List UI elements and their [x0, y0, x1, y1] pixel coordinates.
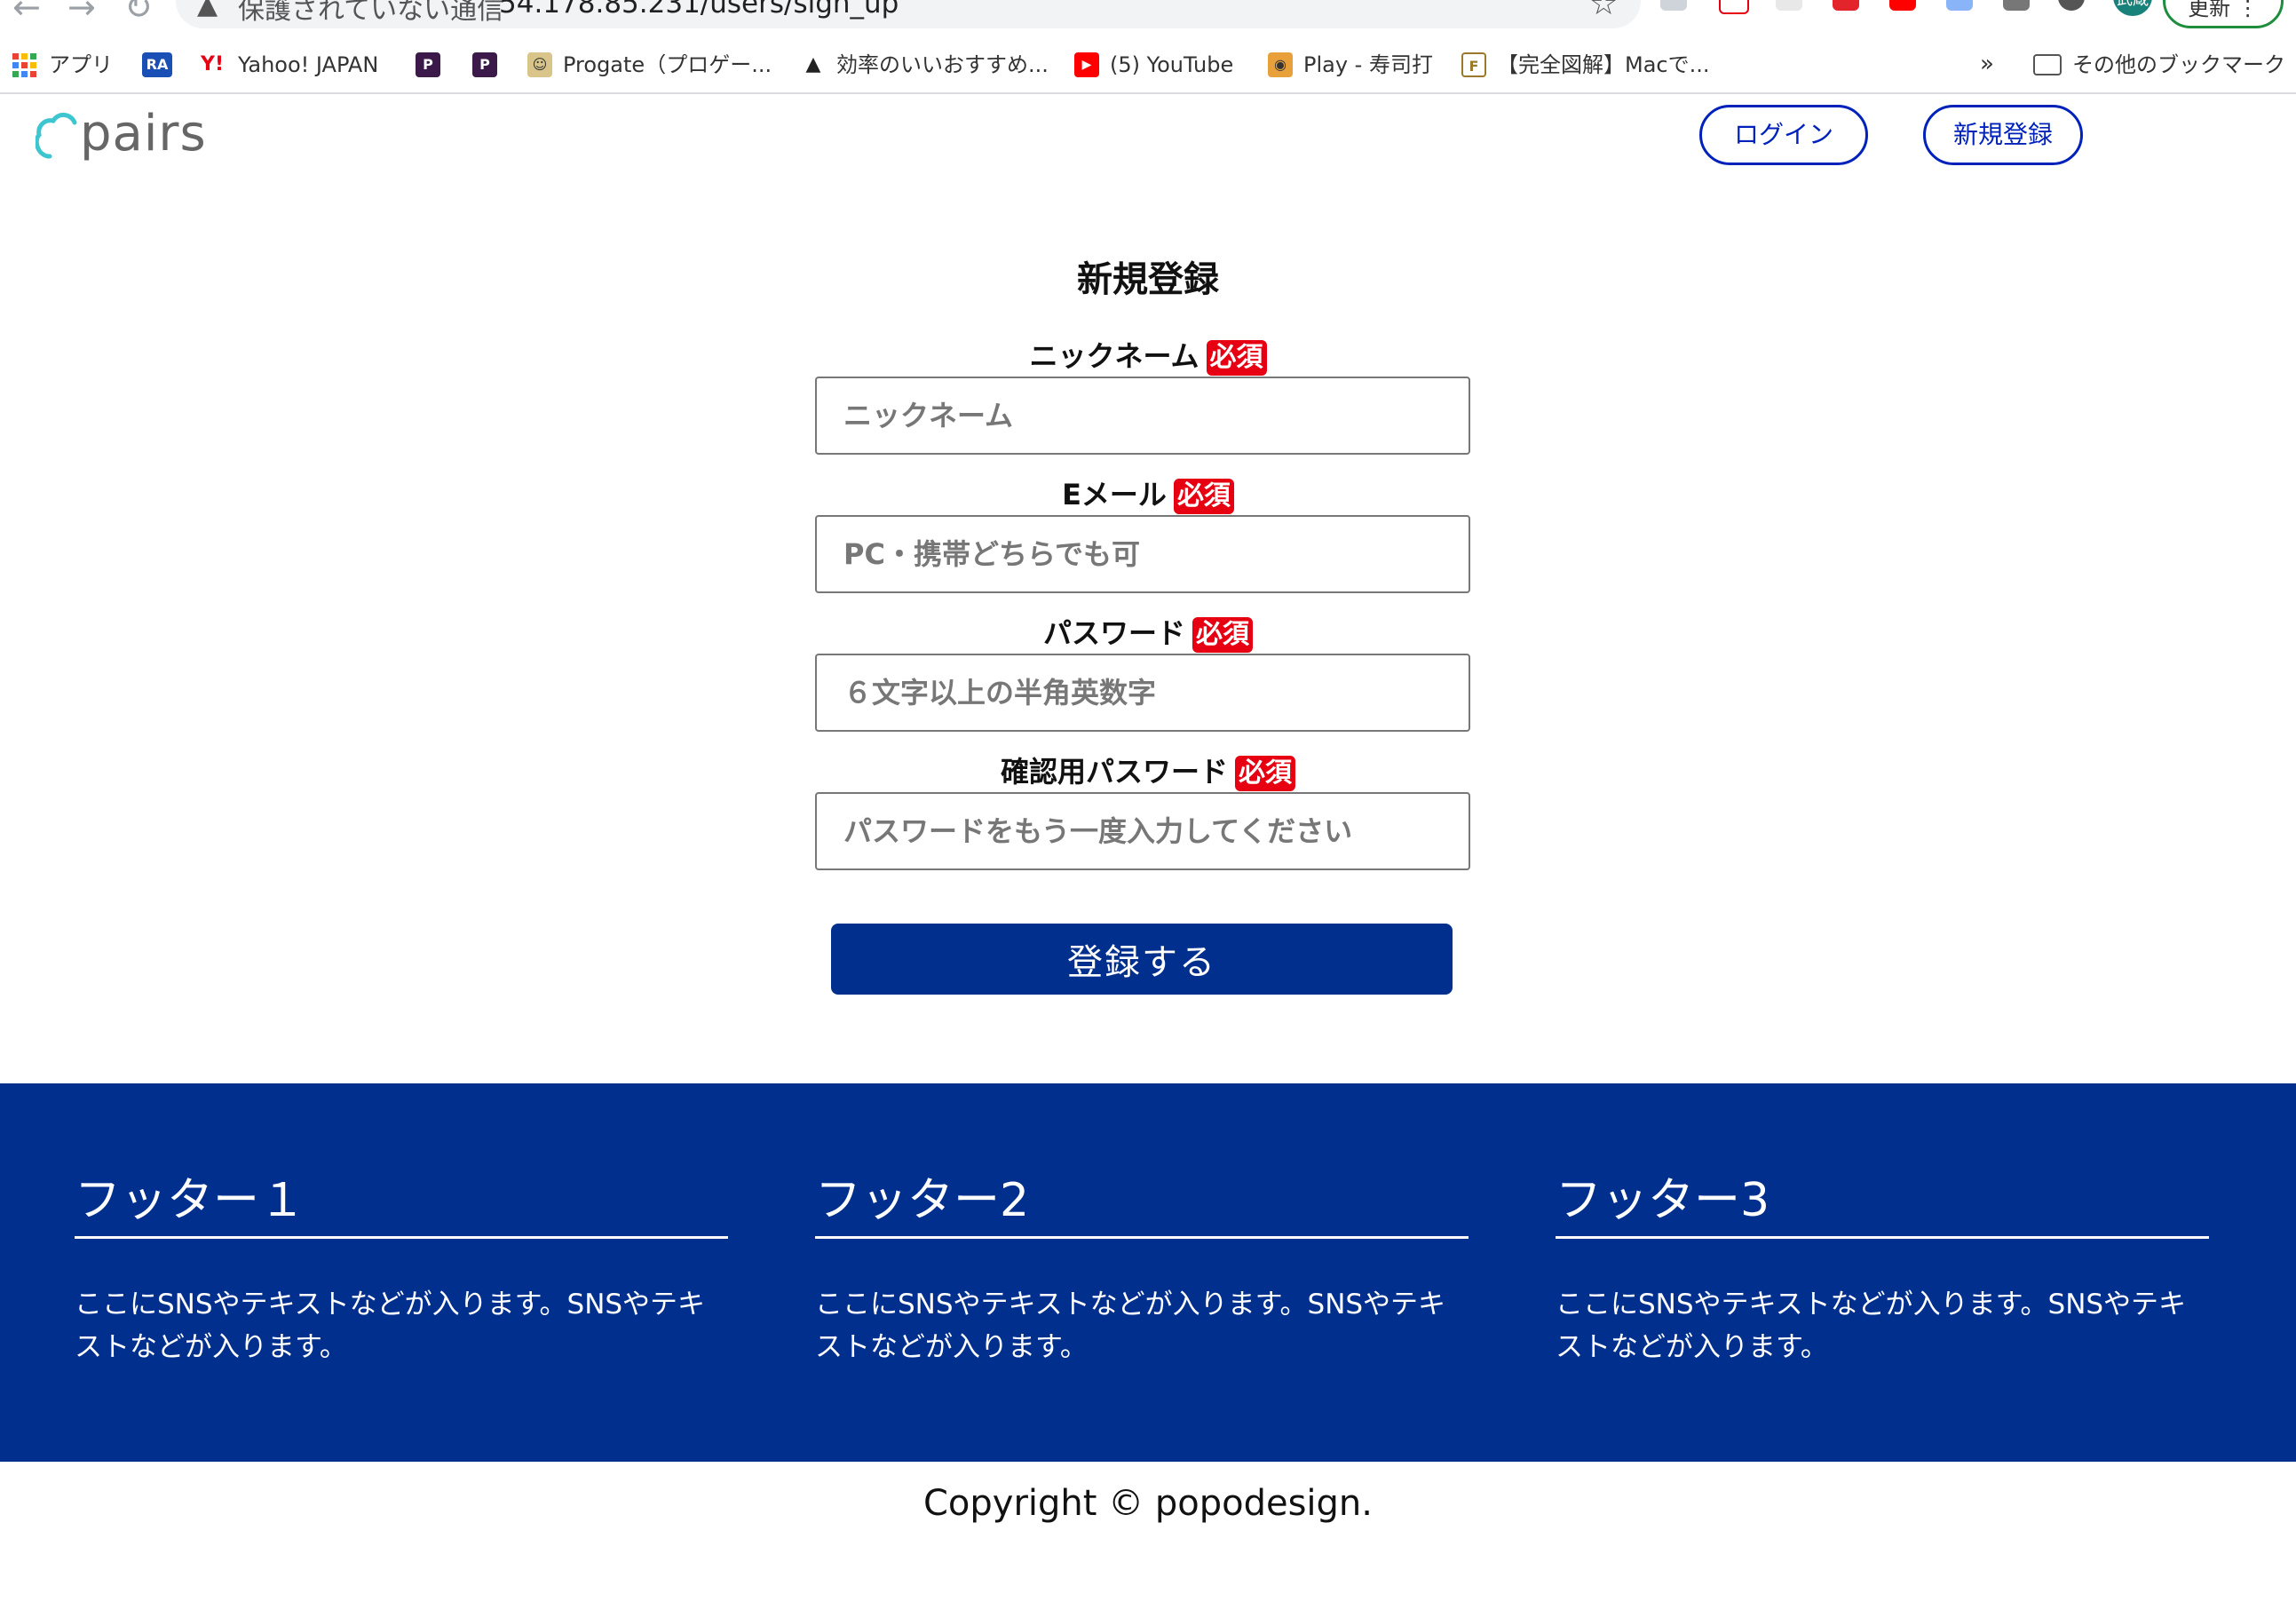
signup-button[interactable]: 新規登録: [1923, 105, 2083, 165]
password-confirm-input[interactable]: [815, 792, 1470, 870]
footer-column-text: ここにSNSやテキストなどが入ります。SNSやテキストなどが入ります。: [1556, 1289, 2187, 1363]
footer-column-title: フッター3: [1556, 1172, 2209, 1239]
video-extension-icon[interactable]: [1833, 0, 1859, 11]
other-bookmarks-label: その他のブックマーク: [2072, 52, 2285, 77]
nickname-input[interactable]: [815, 377, 1470, 455]
field-label-text: パスワード: [1042, 616, 1185, 650]
youtube-extension-icon[interactable]: [1889, 0, 1916, 11]
pairs-logo[interactable]: pairs: [34, 105, 206, 167]
progate-icon: P: [472, 52, 497, 77]
bookmark-apps[interactable]: アプリ: [12, 50, 113, 78]
bookmark-label: 【完全図解】Macで...: [1497, 52, 1710, 77]
footer-column-2: フッター2 ここにSNSやテキストなどが入ります。SNSやテキストなどが入ります…: [815, 1172, 1469, 1368]
page-title: 新規登録: [1077, 259, 1219, 300]
footer-column-text: ここにSNSやテキストなどが入ります。SNSやテキストなどが入ります。: [815, 1289, 1446, 1363]
email-input[interactable]: [815, 515, 1470, 593]
bookmark-yahoo[interactable]: Y! Yahoo! JAPAN: [197, 50, 378, 78]
triangle-icon: ▲: [801, 52, 826, 77]
bookmark-label: Yahoo! JAPAN: [238, 52, 379, 77]
profile-avatar[interactable]: 武蔵: [2113, 0, 2152, 16]
f-icon: F: [1461, 52, 1486, 77]
logo-text: pairs: [80, 105, 207, 163]
email-label: Eメール 必須: [0, 472, 2296, 514]
required-badge: 必須: [1206, 340, 1267, 376]
bookmark-star-icon[interactable]: ☆: [1589, 0, 1618, 22]
yahoo-icon: Y!: [197, 52, 227, 77]
bookmark-progate-1[interactable]: P: [416, 50, 451, 78]
other-bookmarks[interactable]: その他のブックマーク: [2033, 50, 2285, 78]
password-label: パスワード 必須: [0, 611, 2296, 653]
password-confirm-label: 確認用パスワード 必須: [0, 749, 2296, 791]
ic-extension-icon[interactable]: [1776, 0, 1802, 11]
footer-column-title: フッター１: [75, 1172, 728, 1239]
progate-character-icon: ☺: [527, 52, 552, 77]
bookmark-ra[interactable]: RA: [142, 50, 183, 78]
bookmark-label: 効率のいいおすすめ...: [836, 52, 1049, 77]
bookmark-label: Progate（プロゲー...: [563, 52, 772, 77]
register-button[interactable]: 登録する: [831, 924, 1453, 995]
footer-column-text: ここにSNSやテキストなどが入ります。SNSやテキストなどが入ります。: [75, 1289, 706, 1363]
url-text[interactable]: 54.178.85.231/users/sign_up: [499, 0, 899, 20]
bookmark-youtube[interactable]: ▶ (5) YouTube: [1074, 50, 1233, 78]
bookmark-mac-guide[interactable]: F 【完全図解】Macで...: [1461, 50, 1710, 78]
bookmark-label: Play - 寿司打: [1303, 52, 1433, 77]
required-badge: 必須: [1192, 617, 1253, 653]
nickname-label: ニックネーム 必須: [0, 334, 2296, 376]
bookmark-sushida[interactable]: ◉ Play - 寿司打: [1268, 50, 1433, 78]
update-button[interactable]: 更新 ⋮: [2163, 0, 2284, 28]
reload-icon[interactable]: ↻: [124, 0, 153, 27]
folder-icon: [2033, 54, 2062, 75]
rainbow-extension-icon[interactable]: [1946, 0, 1973, 11]
bookmark-progate-3[interactable]: ☺ Progate（プロゲー...: [527, 50, 772, 78]
puzzle-extensions-icon[interactable]: [2058, 0, 2085, 11]
footer-column-1: フッター１ ここにSNSやテキストなどが入ります。SNSやテキストなどが入ります…: [75, 1172, 728, 1368]
yahoo-extension-icon[interactable]: [1719, 0, 1749, 14]
security-status[interactable]: 保護されていない通信: [238, 0, 503, 27]
forward-icon[interactable]: →: [67, 0, 96, 27]
bookmark-label: アプリ: [49, 52, 113, 77]
field-label-text: Eメール: [1062, 478, 1167, 512]
password-input[interactable]: [815, 654, 1470, 732]
required-badge: 必須: [1173, 479, 1234, 514]
dropbox-extension-icon[interactable]: [1660, 0, 1687, 11]
progate-icon: P: [416, 52, 440, 77]
more-bookmarks-chevron[interactable]: »: [1980, 50, 1994, 78]
bookmark-label: (5) YouTube: [1110, 52, 1234, 77]
footer-column-title: フッター2: [815, 1172, 1469, 1239]
apps-grid-icon: [12, 52, 36, 77]
update-label: 更新: [2188, 0, 2231, 20]
g-extension-icon[interactable]: [2003, 0, 2030, 11]
ra-icon: RA: [142, 52, 172, 77]
required-badge: 必須: [1235, 756, 1295, 791]
bookmark-efficiency[interactable]: ▲ 効率のいいおすすめ...: [801, 50, 1049, 78]
bookmarks-bar: アプリ RA Y! Yahoo! JAPAN P P ☺ Progate（プロゲー.…: [0, 36, 2296, 94]
field-label-text: 確認用パスワード: [1000, 755, 1228, 789]
sushida-icon: ◉: [1268, 52, 1293, 77]
bookmark-progate-2[interactable]: P: [472, 50, 508, 78]
site-footer: フッター１ ここにSNSやテキストなどが入ります。SNSやテキストなどが入ります…: [0, 1083, 2296, 1462]
browser-toolbar: ← → ↻ ▲ 保護されていない通信 54.178.85.231/users/s…: [0, 0, 2296, 32]
login-button[interactable]: ログイン: [1699, 105, 1868, 165]
back-icon[interactable]: ←: [12, 0, 41, 27]
copyright-text: Copyright © popodesign.: [922, 1483, 1373, 1524]
youtube-icon: ▶: [1074, 52, 1099, 77]
warning-icon[interactable]: ▲: [197, 0, 218, 20]
field-label-text: ニックネーム: [1029, 339, 1199, 373]
footer-column-3: フッター3 ここにSNSやテキストなどが入ります。SNSやテキストなどが入ります…: [1556, 1172, 2209, 1368]
